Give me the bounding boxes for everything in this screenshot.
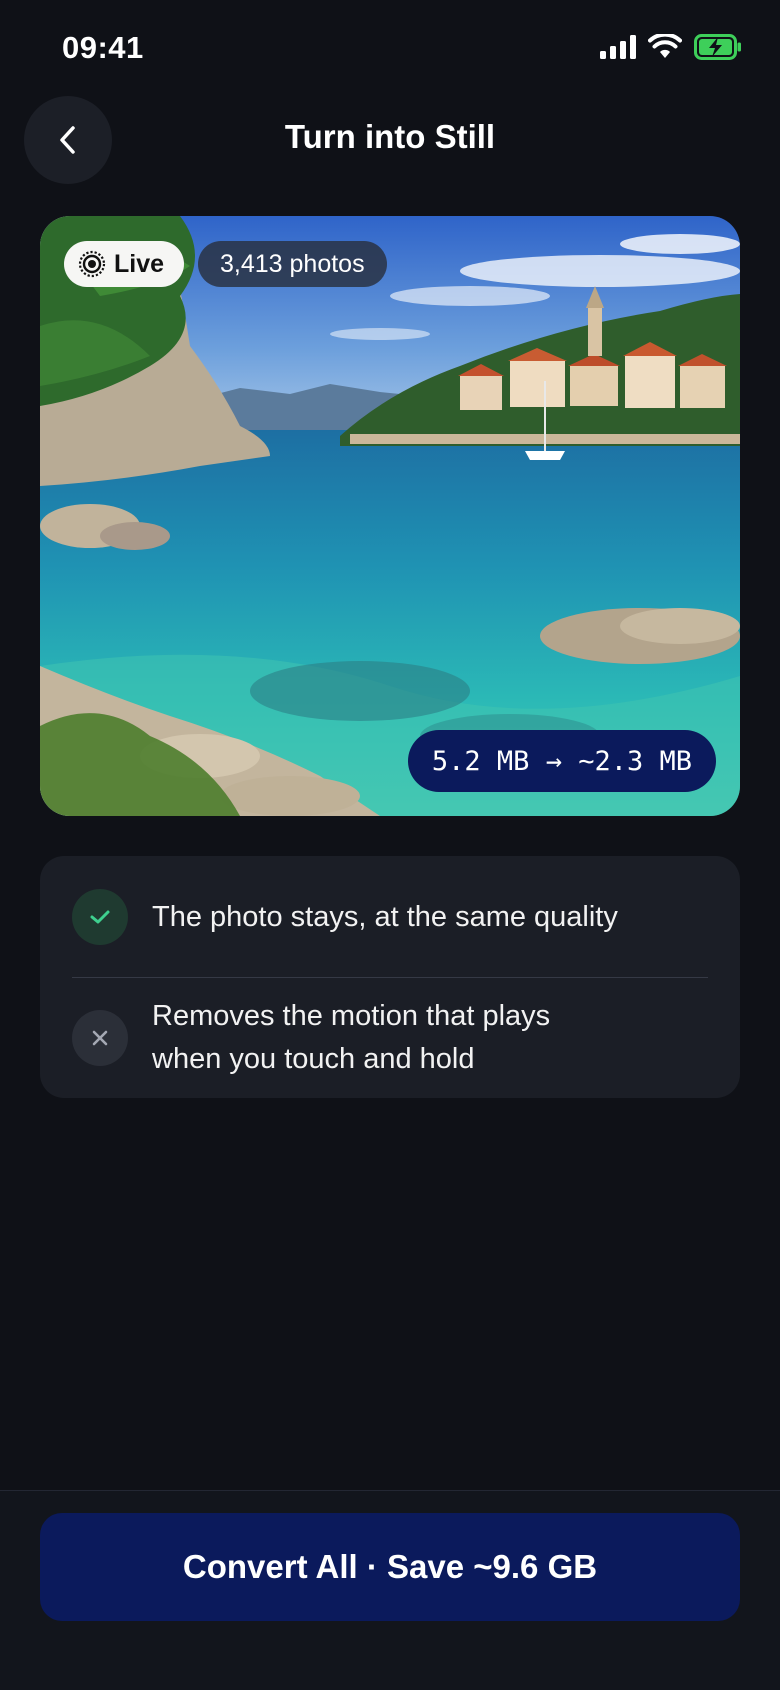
photo-count-badge: 3,413 photos: [198, 241, 387, 287]
page-title: Turn into Still: [284, 118, 496, 155]
removes-motion-text: Removes the motion that plays when you t…: [152, 995, 550, 1081]
convert-all-button[interactable]: Convert All · Save ~9.6 GB: [40, 1513, 740, 1621]
coastal-landscape-photo: [40, 216, 740, 816]
live-photo-preview[interactable]: Live 3,413 photos 5.2 MB → ~2.3 MB: [40, 216, 740, 816]
live-label: Live: [114, 249, 165, 278]
screen: 09:41 Turn into Still Live 3,413 photos …: [0, 0, 780, 1690]
keeps-quality-row: The photo stays, at the same quality: [40, 856, 740, 978]
removes-motion-line-1: Removes the motion that plays: [152, 1000, 551, 1032]
live-photo-icon: [78, 250, 106, 278]
status-time: 09:41: [62, 30, 144, 65]
keeps-quality-text: The photo stays, at the same quality: [152, 900, 618, 933]
conversion-info-card: The photo stays, at the same quality Rem…: [40, 856, 740, 1098]
status-bar: 09:41: [0, 0, 780, 100]
size-change-badge: 5.2 MB → ~2.3 MB: [407, 730, 716, 792]
removes-motion-row: Removes the motion that plays when you t…: [40, 978, 740, 1098]
battery-charging-icon: [694, 34, 741, 60]
close-icon: [72, 1010, 128, 1066]
cellular-signal-icon: [600, 35, 636, 59]
removes-motion-line-2: when you touch and hold: [152, 1043, 475, 1075]
status-icons: [600, 34, 742, 60]
checkmark-icon: [72, 889, 128, 945]
live-badge: Live: [64, 241, 185, 287]
wifi-icon: [648, 34, 682, 58]
